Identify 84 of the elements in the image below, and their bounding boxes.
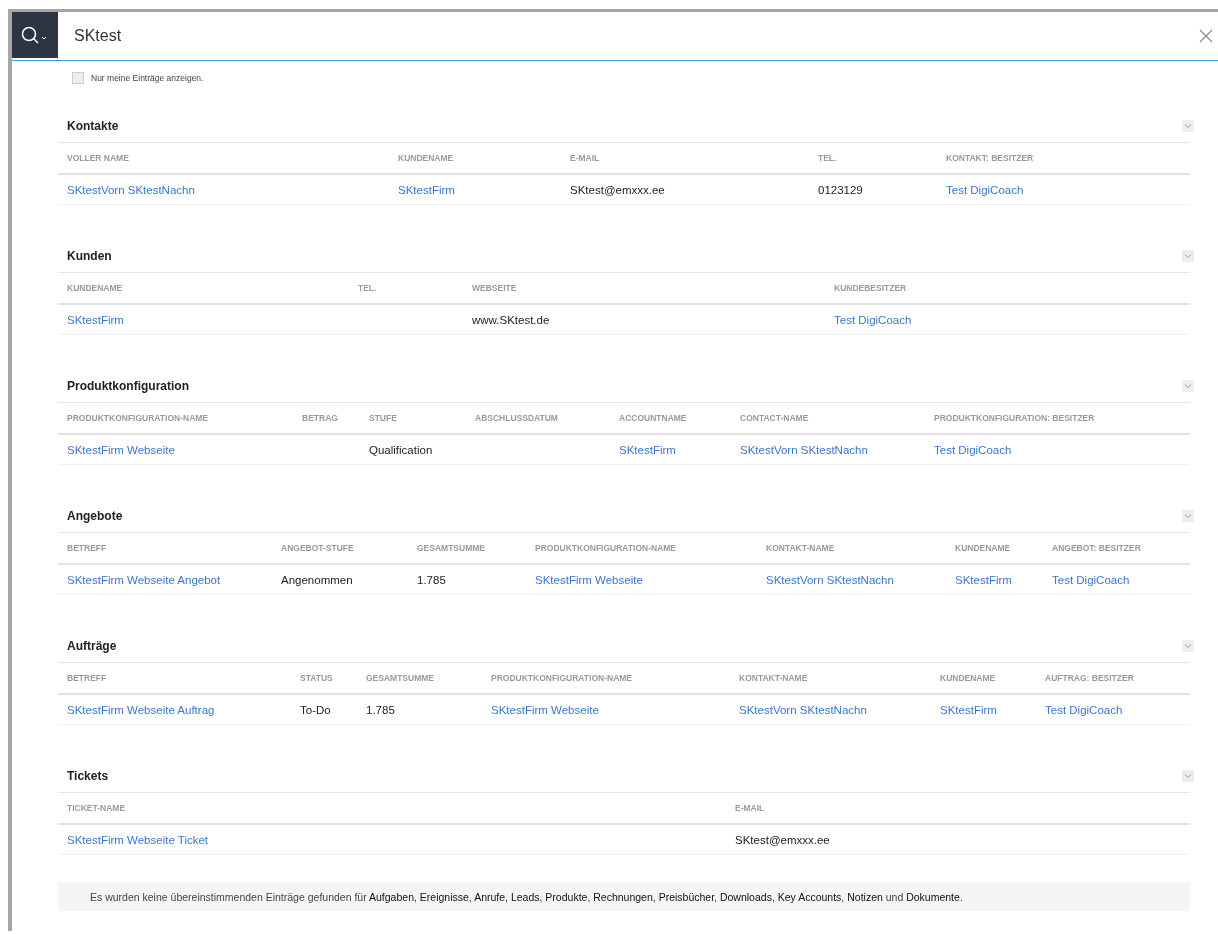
column-header: ACCOUNTNAME: [610, 403, 731, 435]
record-link[interactable]: SKtestVorn SKtestNachn: [58, 175, 389, 205]
record-link[interactable]: Test DigiCoach: [1043, 565, 1190, 595]
table-cell: To-Do: [291, 695, 357, 725]
table-cell: SKtest@emxxx.ee: [561, 175, 809, 205]
chevron-down-icon: [1184, 382, 1192, 389]
section-title: Tickets: [66, 768, 109, 783]
collapse-button[interactable]: [1182, 249, 1194, 262]
column-header: BETREFF: [58, 663, 291, 695]
no-results-message: Es wurden keine übereinstimmenden Einträge gefunden für Aufgaben, Ereignisse, Anrufe, Leads, Produkte, Rechnungen, Preisbücher, Downloads, Key Accounts, Notizen und Dokumente.: [90, 891, 964, 903]
search-button[interactable]: [12, 12, 58, 58]
chevron-down-icon: [1184, 512, 1192, 519]
column-header: PRODUKTKONFIGURATION-NAME: [58, 403, 293, 435]
record-link[interactable]: SKtestVorn SKtestNachn: [731, 435, 925, 465]
table-cell: 1.785: [357, 695, 482, 725]
record-link[interactable]: SKtestFirm: [389, 175, 561, 205]
record-link[interactable]: SKtestFirm Webseite Auftrag: [58, 695, 291, 725]
chevron-down-icon: [1184, 122, 1192, 129]
section-title: Angebote: [66, 508, 123, 523]
column-header: PRODUKTKONFIGURATION: BESITZER: [925, 403, 1190, 435]
column-header: KUNDEBESITZER: [825, 273, 1190, 305]
column-header: BETRAG: [293, 403, 360, 435]
column-header: KONTAKT-NAME: [757, 533, 946, 565]
column-header: GESAMTSUMME: [408, 533, 526, 565]
record-link[interactable]: SKtestFirm: [931, 695, 1036, 725]
record-link[interactable]: Test DigiCoach: [925, 435, 1190, 465]
record-link[interactable]: SKtestFirm Webseite Angebot: [58, 565, 272, 595]
column-header: KUNDENAME: [931, 663, 1036, 695]
chevron-down-icon: [1184, 772, 1192, 779]
record-link[interactable]: SKtestFirm Webseite: [526, 565, 757, 595]
column-header: TEL.: [349, 273, 463, 305]
column-header: KUNDENAME: [58, 273, 349, 305]
checkbox[interactable]: [72, 72, 84, 84]
column-header: PRODUKTKONFIGURATION-NAME: [482, 663, 730, 695]
table-cell: 1.785: [408, 565, 526, 595]
column-header: ANGEBOT: BESITZER: [1043, 533, 1190, 565]
collapse-button[interactable]: [1182, 639, 1194, 652]
record-link[interactable]: SKtestFirm: [58, 305, 349, 335]
column-header: AUFTRAG: BESITZER: [1036, 663, 1190, 695]
column-header: BETREFF: [58, 533, 272, 565]
record-link[interactable]: Test DigiCoach: [825, 305, 1190, 335]
chevron-down-icon: [1184, 642, 1192, 649]
table-cell: SKtest@emxxx.ee: [726, 825, 1190, 855]
column-header: WEBSEITE: [463, 273, 825, 305]
column-header: ABSCHLUSSDATUM: [466, 403, 610, 435]
record-link[interactable]: Test DigiCoach: [1036, 695, 1190, 725]
column-header: ANGEBOT-STUFE: [272, 533, 408, 565]
table-cell: Qualification: [360, 435, 466, 465]
close-icon[interactable]: [1198, 28, 1214, 44]
column-header: GESAMTSUMME: [357, 663, 482, 695]
column-header: KONTAKT-NAME: [730, 663, 931, 695]
table-cell: 0123129: [809, 175, 937, 205]
section-title: Produktkonfiguration: [66, 378, 189, 393]
section-title: Kunden: [66, 248, 112, 263]
column-header: CONTACT-NAME: [731, 403, 925, 435]
record-link[interactable]: SKtestFirm Webseite: [58, 435, 293, 465]
record-link[interactable]: SKtestVorn SKtestNachn: [757, 565, 946, 595]
record-link[interactable]: SKtestFirm: [610, 435, 731, 465]
section-title: Kontakte: [66, 118, 119, 133]
record-link[interactable]: SKtestVorn SKtestNachn: [730, 695, 931, 725]
collapse-button[interactable]: [1182, 379, 1194, 392]
column-header: TICKET-NAME: [58, 793, 726, 825]
record-link[interactable]: SKtestFirm: [946, 565, 1043, 595]
column-header: E-MAIL: [561, 143, 809, 175]
chevron-down-icon: [1184, 252, 1192, 259]
column-header: E-MAIL: [726, 793, 1190, 825]
column-header: KONTAKT: BESITZER: [937, 143, 1190, 175]
table-cell: www.SKtest.de: [463, 305, 825, 335]
collapse-button[interactable]: [1182, 119, 1194, 132]
column-header: KUNDENAME: [946, 533, 1043, 565]
collapse-button[interactable]: [1182, 509, 1194, 522]
column-header: TEL.: [809, 143, 937, 175]
record-link[interactable]: Test DigiCoach: [937, 175, 1190, 205]
record-link[interactable]: SKtestFirm Webseite Ticket: [58, 825, 726, 855]
table-cell: Angenommen: [272, 565, 408, 595]
section-title: Aufträge: [66, 638, 117, 653]
checkbox-label: Nur meine Einträge anzeigen.: [91, 73, 204, 83]
collapse-button[interactable]: [1182, 769, 1194, 782]
record-link[interactable]: SKtestFirm Webseite: [482, 695, 730, 725]
column-header: VOLLER NAME: [58, 143, 389, 175]
column-header: PRODUKTKONFIGURATION-NAME: [526, 533, 757, 565]
column-header: STATUS: [291, 663, 357, 695]
column-header: KUNDENAME: [389, 143, 561, 175]
column-header: STUFE: [360, 403, 466, 435]
